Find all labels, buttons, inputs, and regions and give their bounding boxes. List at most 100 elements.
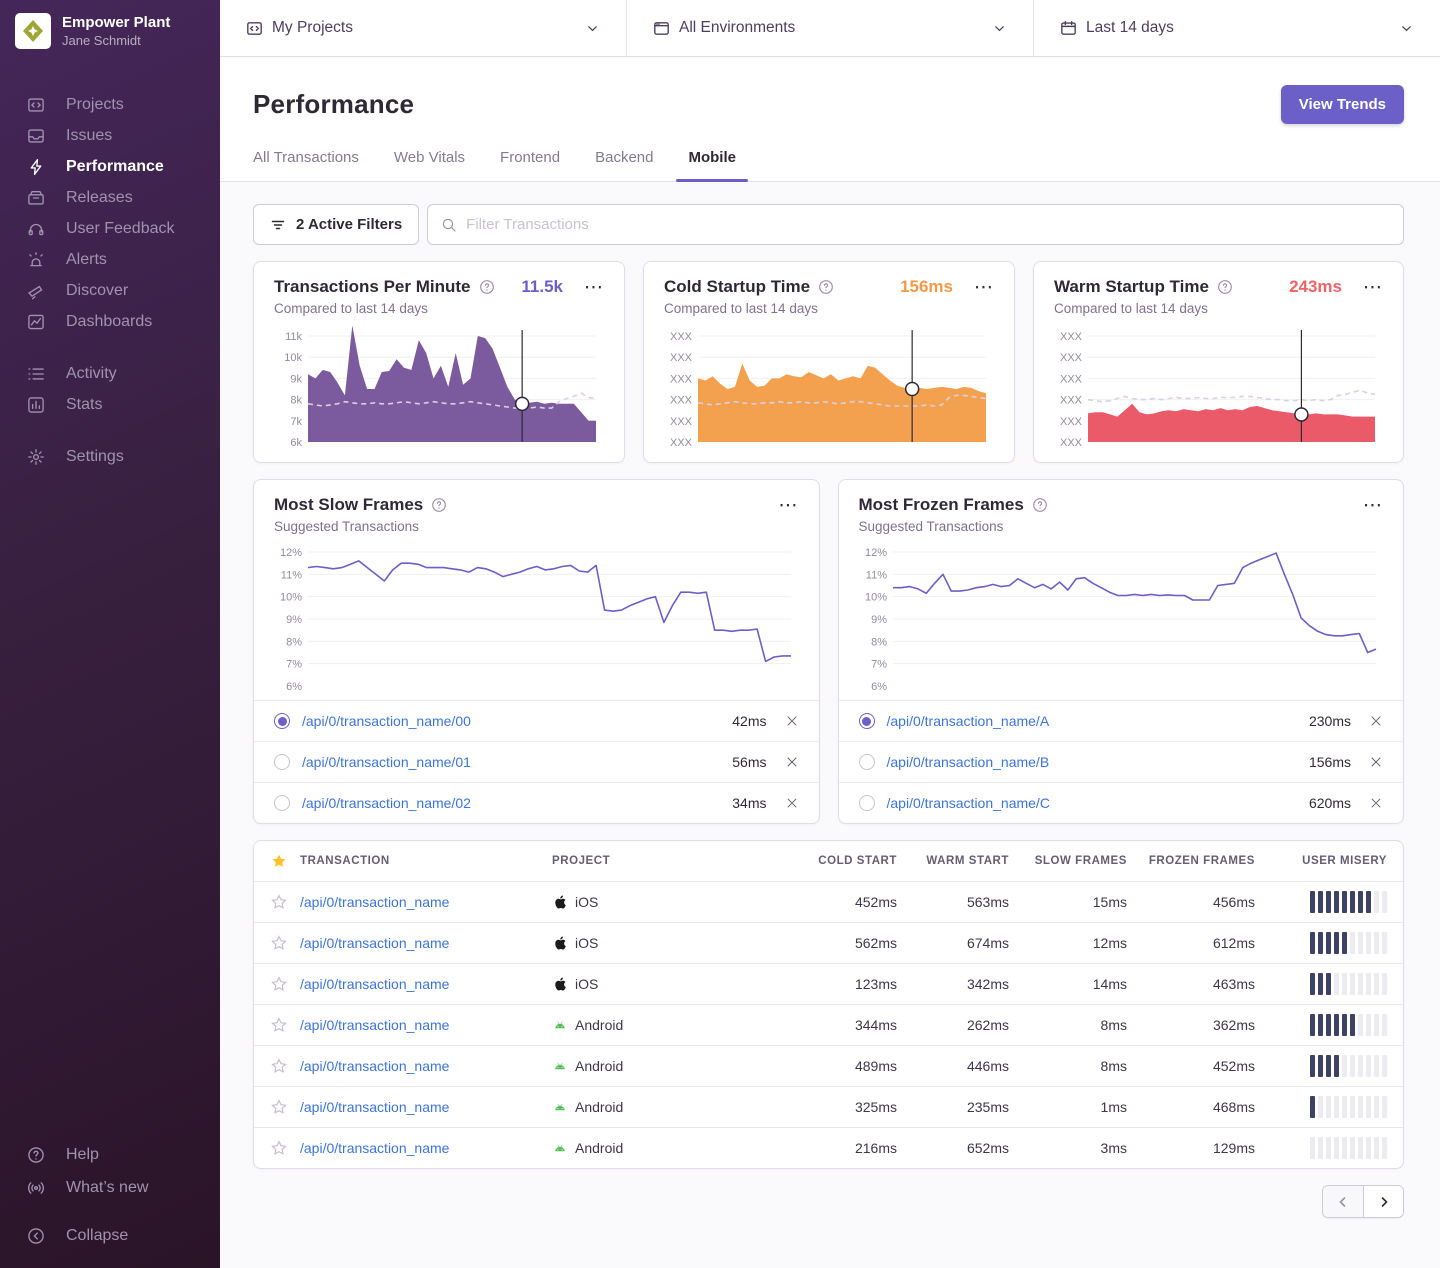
question-icon[interactable]	[431, 497, 447, 513]
x-icon[interactable]	[1369, 755, 1383, 769]
transaction-radio[interactable]	[274, 713, 290, 729]
svg-text:XXX: XXX	[1060, 352, 1083, 364]
sidebar-item-alerts[interactable]: Alerts	[0, 244, 220, 275]
transaction-link[interactable]: /api/0/transaction_name	[300, 1017, 449, 1033]
transaction-link[interactable]: /api/0/transaction_name/C	[887, 795, 1050, 811]
ellipsis-menu-icon[interactable]: ⋯	[779, 496, 799, 515]
sidebar-item-projects[interactable]: Projects	[0, 89, 220, 120]
tab-mobile[interactable]: Mobile	[688, 149, 736, 181]
sidebar-item-settings[interactable]: Settings	[0, 441, 220, 472]
svg-text:9k: 9k	[290, 373, 302, 385]
performance-icon	[27, 158, 45, 176]
col-slow-frames[interactable]: SLOW FRAMES	[1009, 855, 1127, 867]
col-project[interactable]: PROJECT	[552, 855, 785, 867]
star-icon[interactable]	[271, 1099, 287, 1115]
transaction-link[interactable]: /api/0/transaction_name/A	[887, 713, 1050, 729]
col-warm-start[interactable]: WARM START	[897, 855, 1009, 867]
ellipsis-menu-icon[interactable]: ⋯	[584, 278, 604, 297]
transaction-link[interactable]: /api/0/transaction_name	[300, 1058, 449, 1074]
transaction-radio[interactable]	[859, 754, 875, 770]
card-title: Cold Startup Time	[664, 277, 810, 297]
x-icon[interactable]	[785, 796, 799, 810]
topbar-filter-all-environments[interactable]: All Environments	[626, 0, 1033, 56]
transaction-link[interactable]: /api/0/transaction_name	[300, 1099, 449, 1115]
svg-text:XXX: XXX	[1060, 395, 1083, 407]
sidebar-item-releases[interactable]: Releases	[0, 182, 220, 213]
sidebar: Empower Plant Jane Schmidt Projects Issu…	[0, 0, 220, 1268]
star-icon[interactable]	[271, 894, 287, 910]
view-trends-button[interactable]: View Trends	[1281, 85, 1404, 124]
frozen-frames-value: 468ms	[1127, 1099, 1255, 1115]
sidebar-item-performance[interactable]: Performance	[0, 151, 220, 182]
filter-transactions-input[interactable]	[466, 216, 1390, 233]
suggested-transaction-row: /api/0/transaction_name/00 42ms	[254, 700, 819, 741]
topbar-filter-my-projects[interactable]: My Projects	[220, 0, 626, 56]
user-misery-bars	[1310, 1055, 1387, 1077]
transaction-radio[interactable]	[859, 795, 875, 811]
x-icon[interactable]	[785, 714, 799, 728]
transaction-link[interactable]: /api/0/transaction_name/02	[302, 795, 471, 811]
slow-frames-value: 15ms	[1009, 894, 1127, 910]
transactions-per-minute-svg: 11k10k9k8k7k6k	[274, 326, 604, 450]
question-icon[interactable]	[1217, 279, 1233, 295]
col-user-misery[interactable]: USER MISERY	[1255, 855, 1403, 867]
transaction-radio[interactable]	[859, 713, 875, 729]
next-page-button[interactable]	[1363, 1186, 1403, 1217]
ellipsis-menu-icon[interactable]: ⋯	[974, 278, 994, 297]
svg-text:XXX: XXX	[670, 437, 693, 449]
svg-text:8%: 8%	[871, 636, 887, 648]
sidebar-item-help[interactable]: Help	[0, 1138, 220, 1171]
col-transaction[interactable]: TRANSACTION	[300, 855, 552, 867]
transaction-link[interactable]: /api/0/transaction_name	[300, 976, 449, 992]
tab-frontend[interactable]: Frontend	[500, 149, 560, 181]
question-icon[interactable]	[818, 279, 834, 295]
question-icon[interactable]	[1032, 497, 1048, 513]
col-cold-start[interactable]: COLD START	[785, 855, 897, 867]
transaction-link[interactable]: /api/0/transaction_name/00	[302, 713, 471, 729]
sidebar-item-label: What’s new	[66, 1179, 148, 1197]
transaction-link[interactable]: /api/0/transaction_name/B	[887, 754, 1050, 770]
sidebar-item-issues[interactable]: Issues	[0, 120, 220, 151]
sidebar-item-dashboards[interactable]: Dashboards	[0, 306, 220, 337]
ellipsis-menu-icon[interactable]: ⋯	[1363, 278, 1383, 297]
col-frozen-frames[interactable]: FROZEN FRAMES	[1127, 855, 1255, 867]
ellipsis-menu-icon[interactable]: ⋯	[1363, 496, 1383, 515]
x-icon[interactable]	[1369, 796, 1383, 810]
sidebar-item-collapse[interactable]: Collapse	[0, 1219, 220, 1252]
table-row: /api/0/transaction_name Android 216ms 65…	[254, 1127, 1403, 1168]
transaction-link[interactable]: /api/0/transaction_name	[300, 894, 449, 910]
platform-label: Android	[575, 1058, 623, 1074]
transaction-value: 156ms	[1309, 754, 1351, 770]
alerts-icon	[27, 251, 45, 269]
sidebar-item-activity[interactable]: Activity	[0, 358, 220, 389]
star-icon[interactable]	[271, 935, 287, 951]
tab-all-transactions[interactable]: All Transactions	[253, 149, 359, 181]
sidebar-item-label: Dashboards	[66, 313, 152, 331]
star-icon[interactable]	[271, 1058, 287, 1074]
star-icon[interactable]	[271, 1140, 287, 1156]
summary-card-warm-startup-time: Warm Startup Time 243ms ⋯ Compared to la…	[1033, 261, 1404, 463]
x-icon[interactable]	[785, 755, 799, 769]
active-filters-button[interactable]: 2 Active Filters	[253, 204, 419, 245]
transaction-radio[interactable]	[274, 795, 290, 811]
star-icon[interactable]	[271, 976, 287, 992]
star-icon[interactable]	[271, 1017, 287, 1033]
cold-start-value: 123ms	[785, 976, 897, 992]
transaction-link[interactable]: /api/0/transaction_name	[300, 1140, 449, 1156]
topbar-filter-last-14-days[interactable]: Last 14 days	[1033, 0, 1440, 56]
x-icon[interactable]	[1369, 714, 1383, 728]
slow-frames-value: 3ms	[1009, 1140, 1127, 1156]
sidebar-item-user-feedback[interactable]: User Feedback	[0, 213, 220, 244]
sidebar-item-discover[interactable]: Discover	[0, 275, 220, 306]
org-switcher[interactable]: Empower Plant Jane Schmidt	[0, 0, 220, 59]
sidebar-item-what-s-new[interactable]: What’s new	[0, 1171, 220, 1204]
sidebar-item-stats[interactable]: Stats	[0, 389, 220, 420]
question-icon[interactable]	[479, 279, 495, 295]
transaction-link[interactable]: /api/0/transaction_name/01	[302, 754, 471, 770]
suggested-transaction-row: /api/0/transaction_name/C 620ms	[839, 782, 1404, 823]
tab-backend[interactable]: Backend	[595, 149, 653, 181]
prev-page-button[interactable]	[1323, 1186, 1363, 1217]
tab-web-vitals[interactable]: Web Vitals	[394, 149, 465, 181]
transaction-link[interactable]: /api/0/transaction_name	[300, 935, 449, 951]
transaction-radio[interactable]	[274, 754, 290, 770]
